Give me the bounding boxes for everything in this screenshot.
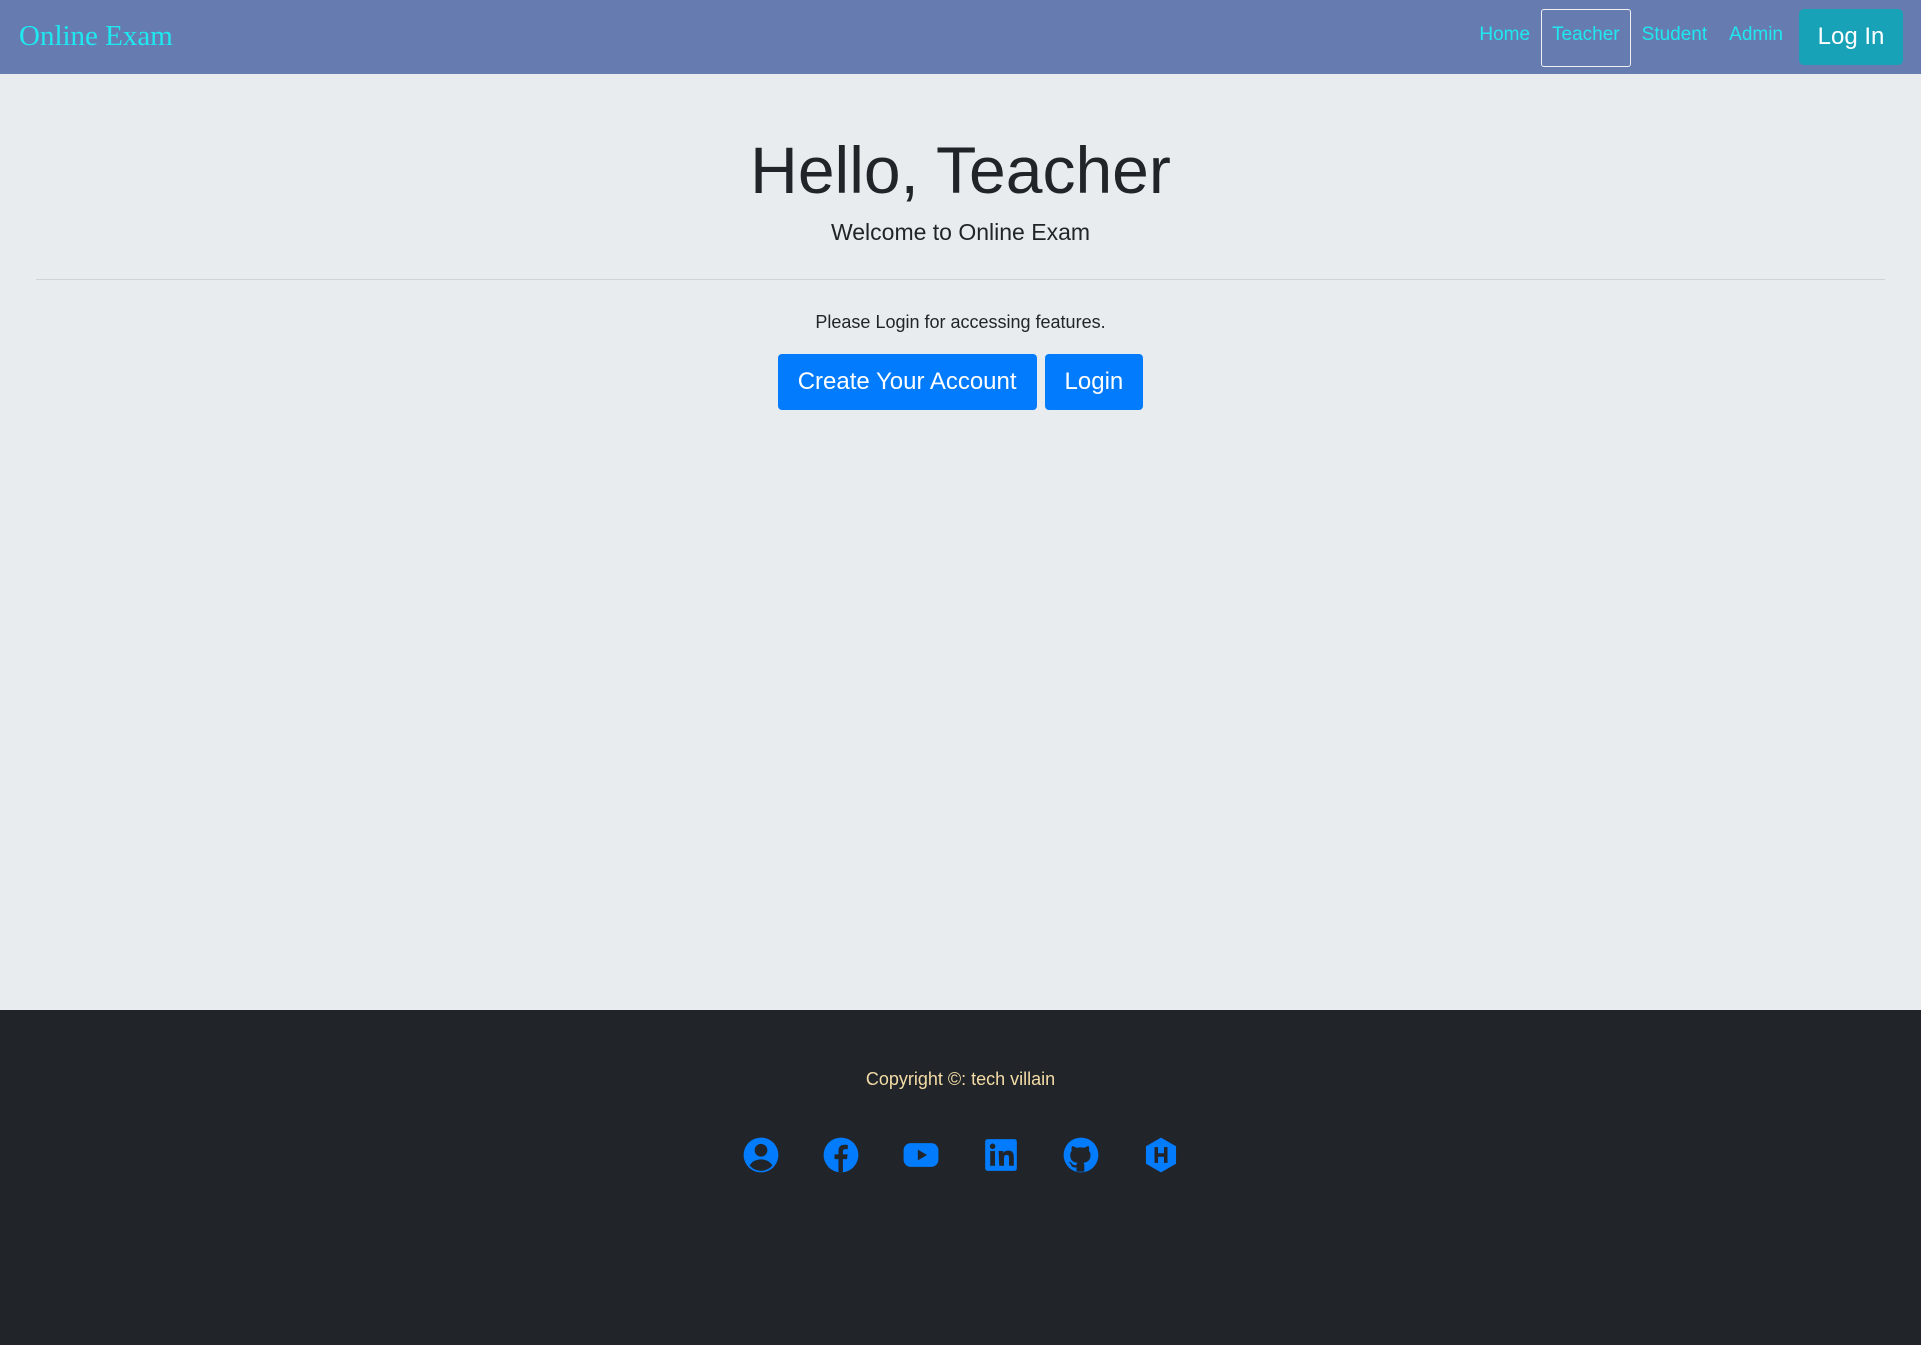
- hero-section: Hello, Teacher Welcome to Online Exam Pl…: [0, 74, 1921, 1010]
- nav-link-student[interactable]: Student: [1631, 9, 1719, 67]
- github-icon[interactable]: [1062, 1136, 1100, 1174]
- nav-link-teacher[interactable]: Teacher: [1541, 9, 1631, 67]
- nav-login-button[interactable]: Log In: [1799, 9, 1903, 65]
- welcome-subtitle: Welcome to Online Exam: [830, 219, 1091, 245]
- page-title: Hello, Teacher: [750, 133, 1171, 207]
- nav-links: Home Teacher Student Admin Log In: [1468, 9, 1903, 67]
- facebook-icon[interactable]: [822, 1136, 860, 1174]
- navbar: Online Exam Home Teacher Student Admin L…: [0, 0, 1921, 74]
- footer: Copyright ©: tech villain: [0, 1010, 1921, 1345]
- brand-logo[interactable]: Online Exam: [19, 19, 173, 53]
- login-prompt: Please Login for accessing features.: [815, 312, 1106, 332]
- social-links: [0, 1136, 1921, 1174]
- divider: [36, 279, 1885, 280]
- nav-link-admin[interactable]: Admin: [1718, 9, 1794, 67]
- linkedin-icon[interactable]: [982, 1136, 1020, 1174]
- nav-link-home[interactable]: Home: [1468, 9, 1541, 67]
- create-account-button[interactable]: Create Your Account: [777, 354, 1037, 410]
- login-button[interactable]: Login: [1044, 354, 1144, 410]
- copyright-text: Copyright ©: tech villain: [865, 1069, 1056, 1089]
- youtube-icon[interactable]: [902, 1136, 940, 1174]
- hackerrank-icon[interactable]: [1142, 1136, 1180, 1174]
- hero-actions: Create Your Account Login: [0, 354, 1921, 410]
- user-circle-icon[interactable]: [742, 1136, 780, 1174]
